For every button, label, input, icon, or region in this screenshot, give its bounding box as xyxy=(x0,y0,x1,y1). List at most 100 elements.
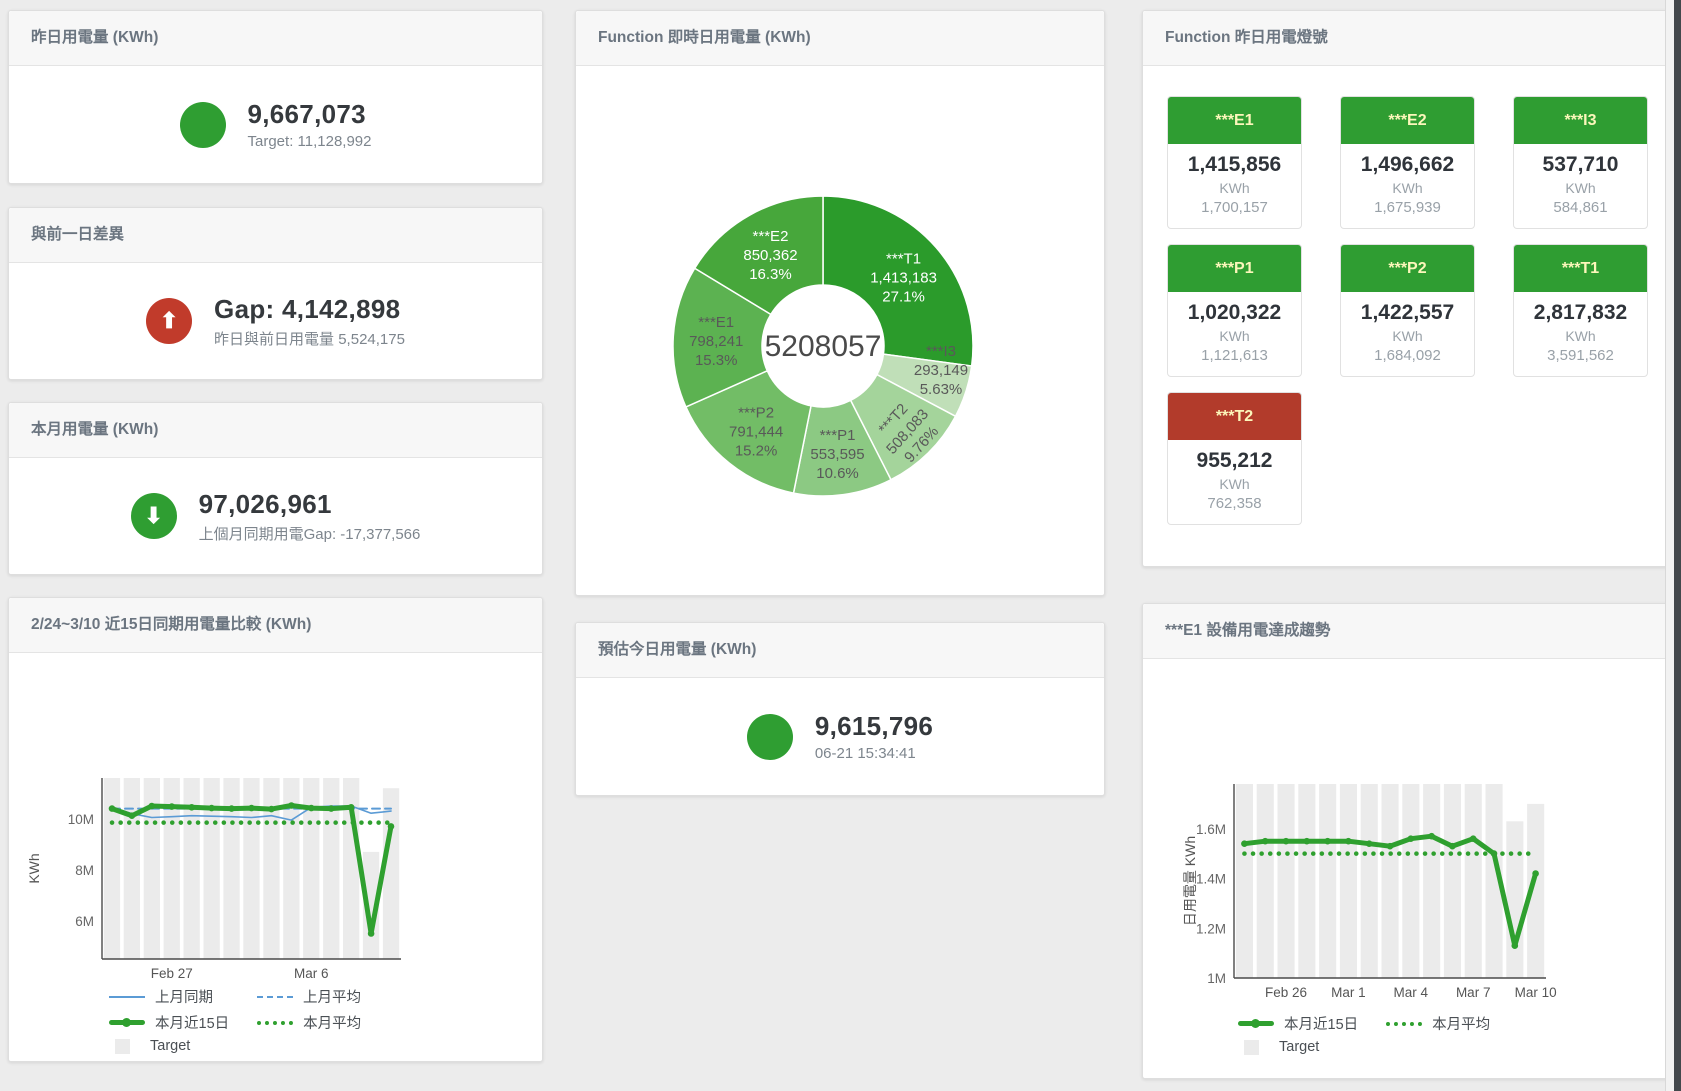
tile-target-value: 1,700,157 xyxy=(1172,199,1297,216)
legend-item: Target xyxy=(109,1038,229,1054)
card-yesterday-lights: Function 昨日用電燈號 ***E11,415,856KWh1,700,1… xyxy=(1142,10,1670,567)
status-tile: ***P21,422,557KWh1,684,092 xyxy=(1340,244,1475,377)
legend-label: 本月平均 xyxy=(303,1012,361,1033)
status-tile: ***E21,496,662KWh1,675,939 xyxy=(1340,96,1475,229)
kpi-subtitle: 上個月同期用電Gap: -17,377,566 xyxy=(199,523,421,544)
target-bar xyxy=(124,778,140,959)
y-tick-label: 1.2M xyxy=(1196,921,1226,936)
series-marker xyxy=(1428,833,1435,840)
card-month-usage: 本月用電量 (KWh) ⬇ 97,026,961 上個月同期用電Gap: -17… xyxy=(8,402,543,575)
legend-row: 上月同期 上月平均 xyxy=(109,986,377,1007)
target-bar xyxy=(1423,784,1440,978)
status-tile-body: 537,710KWh584,861 xyxy=(1514,144,1647,228)
status-tile-header: ***P2 xyxy=(1341,245,1474,292)
legend-swatch-icon xyxy=(257,996,293,998)
legend-swatch-icon xyxy=(1238,1021,1274,1026)
kpi-text-block: 9,615,796 06-21 15:34:41 xyxy=(815,711,933,762)
legend-row: Target xyxy=(109,1038,377,1054)
card-yesterday-usage: 昨日用電量 (KWh) 9,667,073 Target: 11,128,992 xyxy=(8,10,543,184)
legend-row: 本月近15日本月平均 xyxy=(1238,1013,1506,1034)
legend-label: 本月近15日 xyxy=(155,1012,229,1033)
series-marker xyxy=(109,805,116,812)
series-marker xyxy=(1324,838,1331,845)
card-title: 昨日用電量 (KWh) xyxy=(9,11,542,66)
series-marker xyxy=(368,930,375,937)
kpi-subtitle: 昨日與前日用電量 5,524,175 xyxy=(214,328,405,349)
series-marker xyxy=(129,812,136,819)
series-marker xyxy=(1304,838,1311,845)
status-tile: ***E11,415,856KWh1,700,157 xyxy=(1167,96,1302,229)
tile-value: 537,710 xyxy=(1518,153,1643,177)
target-bar xyxy=(104,778,120,959)
tile-value: 2,817,832 xyxy=(1518,301,1643,325)
arrow-up-icon: ⬆ xyxy=(146,298,192,344)
tile-target-value: 1,684,092 xyxy=(1345,347,1470,364)
kpi-value: 9,615,796 xyxy=(815,711,933,742)
x-tick-label: Mar 4 xyxy=(1394,985,1429,1000)
status-tile: ***I3537,710KWh584,861 xyxy=(1513,96,1648,229)
tile-unit: KWh xyxy=(1345,180,1470,196)
legend-swatch-icon xyxy=(115,1039,130,1054)
series-marker xyxy=(188,804,195,811)
series-marker xyxy=(1283,838,1290,845)
arrow-down-icon: ⬇ xyxy=(131,493,177,539)
status-tile-header: ***P1 xyxy=(1168,245,1301,292)
tile-value: 1,415,856 xyxy=(1172,153,1297,177)
status-tile-body: 1,415,856 KWh 1,700,157 xyxy=(1168,144,1301,228)
card-realtime-donut: Function 即時日用電量 (KWh) ***T11,413,18327.1… xyxy=(575,10,1105,596)
series-marker xyxy=(288,802,295,809)
series-marker xyxy=(1449,843,1456,850)
status-circle-icon xyxy=(180,102,226,148)
status-circle-icon xyxy=(747,714,793,760)
tile-target-value: 3,591,562 xyxy=(1518,347,1643,364)
card-e1-trend-chart: ***E1 設備用電達成趨勢 1M1.2M1.4M1.6MFeb 26Mar 1… xyxy=(1142,603,1670,1079)
scrollbar-thumb[interactable] xyxy=(1674,0,1681,1091)
legend-label: 本月平均 xyxy=(1432,1013,1490,1034)
tile-value: 1,020,322 xyxy=(1172,301,1297,325)
target-bar xyxy=(1278,784,1295,978)
tile-target-value: 1,121,613 xyxy=(1172,347,1297,364)
legend-item: 本月近15日 xyxy=(109,1012,229,1033)
series-marker xyxy=(1262,838,1269,845)
x-tick-label: Mar 10 xyxy=(1515,985,1557,1000)
card-title: 預估今日用電量 (KWh) xyxy=(576,623,1104,678)
legend-item: 上月平均 xyxy=(257,986,377,1007)
kpi-value: 9,667,073 xyxy=(248,99,372,130)
tile-unit: KWh xyxy=(1172,476,1297,492)
legend-label: 上月同期 xyxy=(155,986,213,1007)
card-title: 與前一日差異 xyxy=(9,208,542,263)
tile-unit: KWh xyxy=(1518,328,1643,344)
tile-target-value: 1,675,939 xyxy=(1345,199,1470,216)
legend-swatch-dot xyxy=(122,1018,131,1027)
status-tile-header: ***I3 xyxy=(1514,97,1647,144)
series-marker xyxy=(1366,840,1373,847)
e1-trend-line-chart: 1M1.2M1.4M1.6MFeb 26Mar 1Mar 4Mar 7Mar 1… xyxy=(1143,664,1669,1009)
legend-item: Target xyxy=(1238,1039,1358,1055)
legend-item: 上月同期 xyxy=(109,986,229,1007)
card-title: ***E1 設備用電達成趨勢 xyxy=(1143,604,1669,659)
scrollbar-track xyxy=(1665,0,1681,1091)
tile-value: 1,422,557 xyxy=(1345,301,1470,325)
tile-value: 955,212 xyxy=(1172,449,1297,473)
tile-unit: KWh xyxy=(1172,180,1297,196)
target-bar xyxy=(1257,784,1274,978)
target-bar xyxy=(1361,784,1378,978)
y-tick-label: 1M xyxy=(1207,971,1226,986)
y-tick-label: 8M xyxy=(75,863,94,878)
series-marker xyxy=(308,805,315,812)
kpi-subtitle: 06-21 15:34:41 xyxy=(815,745,933,762)
series-marker xyxy=(328,805,335,812)
legend-item: 本月平均 xyxy=(1386,1013,1506,1034)
y-tick-label: 1.6M xyxy=(1196,822,1226,837)
target-bar xyxy=(323,778,339,959)
series-marker xyxy=(248,805,255,812)
target-bar xyxy=(1298,784,1315,978)
kpi-value: 97,026,961 xyxy=(199,489,421,520)
compare-line-chart: 6M8M10MFeb 27Mar 6KWh xyxy=(9,658,542,998)
status-tile: ***P1 1,020,322 KWh 1,121,613 xyxy=(1167,244,1302,377)
series-marker xyxy=(1345,838,1352,845)
card-title: Function 昨日用電燈號 xyxy=(1143,11,1669,66)
series-marker xyxy=(1532,870,1539,877)
status-tile-body: 955,212KWh762,358 xyxy=(1168,440,1301,524)
tile-unit: KWh xyxy=(1172,328,1297,344)
